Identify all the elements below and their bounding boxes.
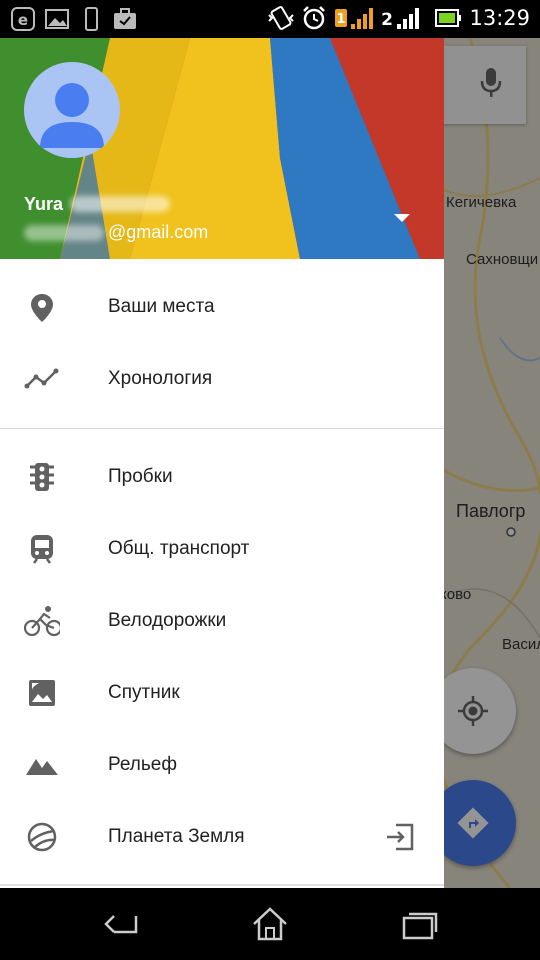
alarm-icon [301, 5, 327, 31]
menu-item-label: Хронология [108, 368, 213, 389]
account-header[interactable]: Yura @gmail.com [0, 38, 444, 259]
traffic-light-icon [24, 459, 60, 495]
account-dropdown-icon[interactable] [394, 214, 410, 222]
menu-item-google-earth[interactable]: Планета Земля [0, 801, 444, 873]
account-name: Yura [24, 194, 64, 214]
menu-item-label: Спутник [108, 682, 180, 703]
navigation-drawer: Yura @gmail.com Ваши места Хронология Пр… [0, 38, 444, 888]
briefcase-icon [112, 6, 138, 32]
divider [0, 884, 444, 886]
sim2-signal-icon: 2 [381, 5, 427, 31]
earth-globe-icon [24, 819, 60, 855]
menu-item-label: Общ. транспорт [108, 538, 250, 559]
phone-icon [78, 6, 104, 32]
menu-item-traffic[interactable]: Пробки [0, 441, 444, 513]
avatar[interactable] [24, 62, 120, 158]
back-icon[interactable] [100, 906, 140, 942]
redacted-email-user [24, 225, 104, 241]
account-email: @gmail.com [108, 222, 209, 242]
svg-text:2: 2 [382, 10, 394, 30]
menu-item-satellite[interactable]: Спутник [0, 657, 444, 729]
place-pin-icon [24, 289, 60, 325]
vibrate-icon [267, 5, 295, 31]
status-bar: e 1 2 13:29 [0, 0, 540, 38]
person-icon [40, 83, 104, 148]
menu-item-timeline[interactable]: Хронология [0, 343, 444, 415]
menu-item-transit[interactable]: Общ. транспорт [0, 513, 444, 585]
menu-item-label: Велодорожки [108, 610, 227, 631]
divider [0, 428, 444, 429]
image-icon [44, 6, 70, 32]
e-mail-icon: e [10, 6, 36, 32]
home-icon[interactable] [250, 906, 290, 942]
svg-text:1: 1 [337, 12, 346, 27]
terrain-icon [24, 747, 60, 783]
menu-item-label: Пробки [108, 466, 173, 487]
menu-item-label: Ваши места [108, 296, 215, 317]
clock: 13:29 [469, 6, 530, 30]
bicycle-icon [24, 603, 60, 639]
menu-item-terrain[interactable]: Рельеф [0, 729, 444, 801]
menu-item-label: Планета Земля [108, 826, 245, 847]
satellite-image-icon [24, 675, 60, 711]
recent-apps-icon[interactable] [400, 906, 440, 942]
svg-text:e: e [18, 11, 28, 29]
sim1-signal-icon: 1 [335, 5, 374, 31]
timeline-icon [24, 361, 60, 397]
redacted-surname [70, 196, 170, 212]
menu-item-your-places[interactable]: Ваши места [0, 271, 444, 343]
train-icon [24, 531, 60, 567]
menu-item-bicycling[interactable]: Велодорожки [0, 585, 444, 657]
open-external-icon[interactable] [382, 819, 418, 855]
battery-icon [435, 5, 462, 31]
menu-item-label: Рельеф [108, 754, 177, 775]
system-nav-bar [0, 888, 540, 960]
